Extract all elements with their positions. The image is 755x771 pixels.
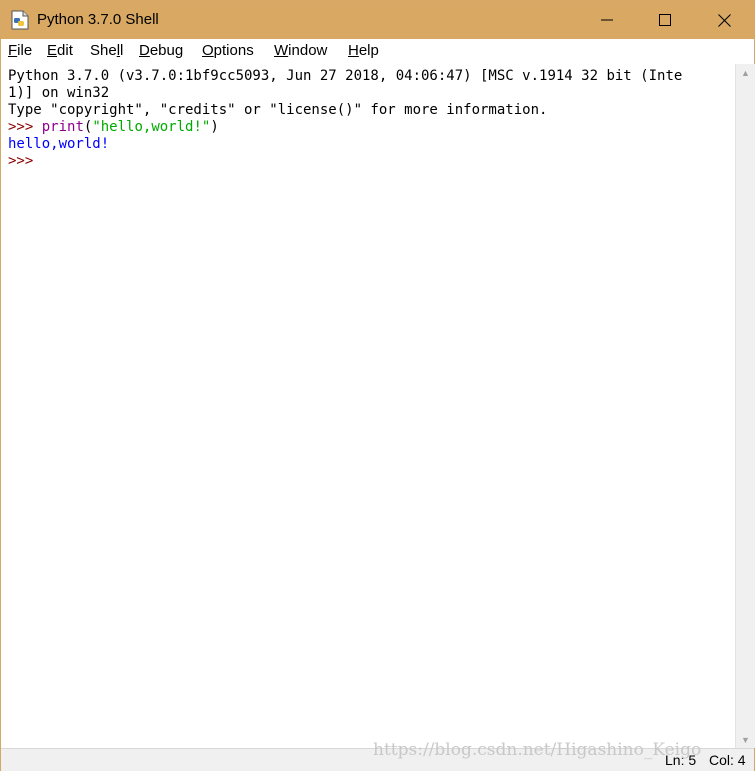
shell-prompt: >>> — [8, 119, 34, 135]
close-button[interactable] — [695, 1, 753, 39]
scroll-up-icon[interactable]: ▲ — [736, 64, 755, 81]
input-line: >>> print("hello,world!") — [8, 119, 219, 135]
menu-help[interactable]: Help — [348, 42, 379, 59]
builtin-keyword: print — [41, 119, 84, 135]
python-file-icon — [11, 10, 29, 30]
menu-window[interactable]: Window — [274, 42, 327, 59]
menu-bar: File Edit Shell Debug Options Window Hel… — [1, 39, 754, 64]
string-literal: "hello,world!" — [92, 119, 211, 135]
output-line: hello,world! — [8, 136, 110, 152]
shell-prompt: >>> — [8, 153, 34, 169]
idle-shell-window: Python 3.7.0 Shell File Edit Shell Debug… — [0, 0, 755, 771]
minimize-button[interactable] — [578, 1, 636, 39]
banner-line: 1)] on win32 — [8, 85, 110, 101]
shell-text-area[interactable]: Python 3.7.0 (v3.7.0:1bf9cc5093, Jun 27 … — [1, 64, 735, 748]
maximize-icon — [659, 14, 671, 26]
menu-options[interactable]: Options — [202, 42, 254, 59]
menu-shell[interactable]: Shell — [90, 42, 123, 59]
menu-file[interactable]: File — [8, 42, 32, 59]
watermark: https://blog.csdn.net/Higashino_Keigo — [373, 740, 702, 760]
close-icon — [717, 13, 731, 27]
scroll-down-icon[interactable]: ▼ — [736, 731, 755, 748]
window-title: Python 3.7.0 Shell — [37, 11, 159, 28]
banner-line: Python 3.7.0 (v3.7.0:1bf9cc5093, Jun 27 … — [8, 68, 683, 84]
title-bar[interactable]: Python 3.7.0 Shell — [1, 1, 754, 39]
vertical-scrollbar[interactable]: ▲ ▼ — [735, 64, 755, 748]
column-number: Col: 4 — [709, 752, 746, 768]
menu-edit[interactable]: Edit — [47, 42, 73, 59]
minimize-icon — [601, 19, 613, 21]
banner-line: Type "copyright", "credits" or "license(… — [8, 102, 548, 118]
menu-debug[interactable]: Debug — [139, 42, 183, 59]
maximize-button[interactable] — [636, 1, 694, 39]
